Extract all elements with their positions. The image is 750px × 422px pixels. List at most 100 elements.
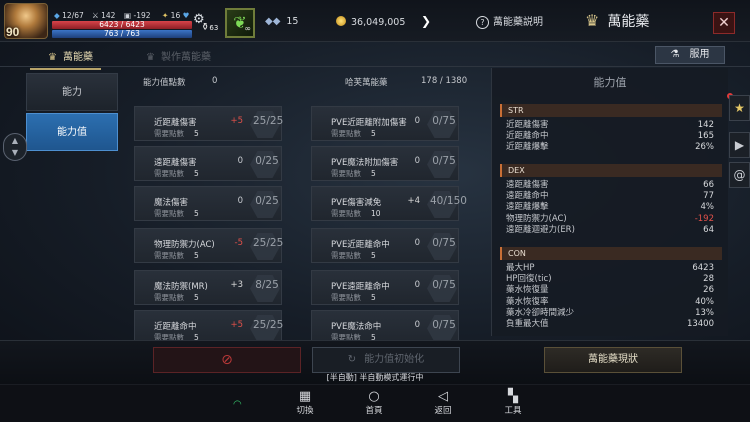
scroll-toggle[interactable]: ▲ ▼ bbox=[3, 133, 27, 161]
hud-stat-4: ✦ 16 ♥ bbox=[162, 11, 190, 20]
stat-card-bonus: +5 bbox=[230, 116, 243, 126]
refresh-icon: ↻ bbox=[347, 354, 357, 365]
section-con: CON bbox=[500, 247, 722, 260]
close-button[interactable]: ✕ bbox=[713, 12, 735, 34]
stat-card-level: 0/75 bbox=[432, 155, 456, 167]
skill-slot[interactable]: ❦ ∞ bbox=[225, 8, 255, 38]
stat-card[interactable]: PVE近距離命中 需要點數 5 0 0/75 bbox=[311, 228, 459, 263]
stat-row-label: 近距離命中 bbox=[506, 131, 549, 142]
stat-card-name: 遠距離傷害 bbox=[154, 158, 197, 168]
stat-row: 物理防禦力(AC) -192 bbox=[506, 214, 714, 225]
stat-card-bonus: 0 bbox=[414, 116, 420, 126]
play-icon: ▶ bbox=[734, 138, 745, 152]
nav-home[interactable]: ○ 首頁 bbox=[354, 388, 394, 417]
back-icon: ◁ bbox=[438, 389, 448, 404]
stat-card[interactable]: 物理防禦力(AC) 需要點數 5 -5 25/25 bbox=[134, 228, 284, 263]
home-icon: ○ bbox=[368, 389, 380, 404]
stat-card-requirement: 需要點數 5 bbox=[331, 251, 376, 260]
stat-row-label: 近距離爆擊 bbox=[506, 142, 549, 153]
stat-row-value: 64 bbox=[703, 224, 714, 235]
stat-card-requirement: 需要點數 5 bbox=[154, 129, 199, 138]
stat-row: 遠距離命中 77 bbox=[506, 191, 714, 202]
stat-card-level: 25/25 bbox=[253, 237, 284, 249]
no-entry-icon: ⊘ bbox=[221, 352, 233, 368]
stat-card[interactable]: PVE魔法附加傷害 需要點數 5 0 0/75 bbox=[311, 146, 459, 181]
gold-currency: 36,049,005 bbox=[336, 16, 405, 28]
tab-elixir[interactable]: ♛ 萬能藥 bbox=[30, 48, 101, 70]
stat-card[interactable]: PVE近距離附加傷害 需要點數 5 0 0/75 bbox=[311, 106, 459, 141]
hud-stat-2: ⚔ 142 bbox=[92, 11, 116, 20]
nav-switch[interactable]: ▦ 切換 bbox=[285, 388, 325, 417]
stat-card[interactable]: PVE遠距離命中 需要點數 5 0 0/75 bbox=[311, 270, 459, 305]
hud-stat-3: ▣ -192 bbox=[124, 11, 151, 20]
stat-card-name: 近距離傷害 bbox=[154, 118, 197, 128]
stat-card-bonus: +5 bbox=[230, 320, 243, 330]
stat-card-level: 0/75 bbox=[432, 319, 456, 331]
stat-card-level: 0/75 bbox=[432, 237, 456, 249]
stat-card-name: 魔法傷害 bbox=[154, 198, 189, 208]
stat-card-bonus: 0 bbox=[414, 156, 420, 166]
stat-card-requirement: 需要點數 5 bbox=[331, 129, 376, 138]
stat-panel: 能力值 STR 近距離傷害 142 近距離命中 165 近距離爆擊 26% DEX 遠距離… bbox=[491, 68, 728, 336]
flask-icon: ⚗ bbox=[670, 49, 680, 60]
nav-back[interactable]: ◁ 返回 bbox=[423, 388, 463, 417]
crown-icon: ♛ bbox=[48, 52, 57, 63]
stat-row-label: 物理防禦力(AC) bbox=[506, 213, 567, 224]
stat-card[interactable]: 遠距離傷害 需要點數 5 0 0/25 bbox=[134, 146, 282, 181]
stat-row-value: 13% bbox=[695, 307, 714, 318]
elixir-count-value: 178 / 1380 bbox=[421, 76, 468, 86]
stat-card[interactable]: 魔法防禦(MR) 需要點數 5 +3 8/25 bbox=[134, 270, 282, 305]
elixir-status-button[interactable]: 萬能藥現狀 bbox=[544, 347, 682, 373]
mp-bar: 763 / 763 bbox=[52, 30, 192, 38]
question-icon: ? bbox=[476, 16, 489, 29]
crystal-icon: ◆◆ bbox=[265, 16, 281, 27]
stat-row: 遠距離傷害 66 bbox=[506, 180, 714, 191]
star-icon: ★ bbox=[734, 101, 745, 115]
forbidden-button[interactable]: ⊘ bbox=[153, 347, 301, 373]
stat-row-label: 藥水恢復量 bbox=[506, 285, 549, 296]
use-button[interactable]: ⚗ 服用 bbox=[655, 46, 725, 64]
star-icon: ✦ bbox=[162, 11, 171, 20]
stat-row-value: -192 bbox=[694, 213, 714, 224]
stat-card-name: PVE近距離附加傷害 bbox=[331, 118, 407, 128]
stat-card[interactable]: 近距離傷害 需要點數 5 +5 25/25 bbox=[134, 106, 284, 141]
stat-row-label: 遠距離迴避力(ER) bbox=[506, 224, 575, 235]
wifi-icon: ◠ bbox=[233, 399, 242, 410]
stat-card-level: 0/25 bbox=[255, 195, 279, 207]
stat-card-level: 0/75 bbox=[432, 279, 456, 291]
side-play-tab[interactable]: ▶ bbox=[729, 132, 750, 158]
help-button[interactable]: ? 萬能藥説明 bbox=[476, 13, 543, 29]
stat-card-bonus: 0 bbox=[414, 320, 420, 330]
sidebar-item-ability[interactable]: 能力 bbox=[26, 73, 118, 111]
stat-card-level: 25/25 bbox=[253, 115, 284, 127]
hp-bar: 6423 / 6423 bbox=[52, 21, 192, 29]
shield-icon: ◆ bbox=[54, 11, 63, 20]
currency-more-arrow-icon[interactable]: ❯ bbox=[418, 12, 434, 30]
tab-craft-elixir[interactable]: ♛ 製作萬能藥 bbox=[146, 48, 211, 63]
nav-tools[interactable]: ▚ 工具 bbox=[493, 388, 533, 417]
crown-icon: ♛ bbox=[146, 52, 155, 63]
stat-card-bonus: 0 bbox=[414, 280, 420, 290]
stat-row-label: 遠距離命中 bbox=[506, 191, 549, 202]
stat-row: 藥水恢復率 40% bbox=[506, 297, 714, 308]
heart-icon: ♥ bbox=[180, 11, 190, 20]
stat-card[interactable]: 魔法傷害 需要點數 5 0 0/25 bbox=[134, 186, 282, 221]
stat-row-value: 26 bbox=[703, 285, 714, 296]
side-star-tab[interactable]: ★ bbox=[729, 95, 750, 121]
skill-infinite-label: ∞ bbox=[244, 24, 251, 33]
stat-card-requirement: 需要點數 10 bbox=[331, 209, 381, 218]
stat-card[interactable]: PVE傷害減免 需要點數 10 +4 40/150 bbox=[311, 186, 467, 221]
section-str: STR bbox=[500, 104, 722, 117]
reset-stats-button[interactable]: ↻ 能力值初始化 bbox=[312, 347, 460, 373]
stat-card-bonus: +4 bbox=[407, 196, 420, 206]
potion-slot[interactable]: ⚱63 bbox=[201, 22, 221, 38]
stat-row: 遠距離爆擊 4% bbox=[506, 202, 714, 213]
stat-row: HP回復(tic) 28 bbox=[506, 274, 714, 285]
sidebar-item-stats[interactable]: 能力值 bbox=[26, 113, 118, 151]
stat-row-label: 遠距離爆擊 bbox=[506, 202, 549, 213]
side-swirl-tab[interactable]: @ bbox=[729, 162, 750, 188]
stat-row: 藥水冷卻時間減少 13% bbox=[506, 308, 714, 319]
stat-card-bonus: -5 bbox=[234, 238, 243, 248]
stat-row: 近距離爆擊 26% bbox=[506, 142, 714, 153]
stat-row: 近距離傷害 142 bbox=[506, 120, 714, 131]
